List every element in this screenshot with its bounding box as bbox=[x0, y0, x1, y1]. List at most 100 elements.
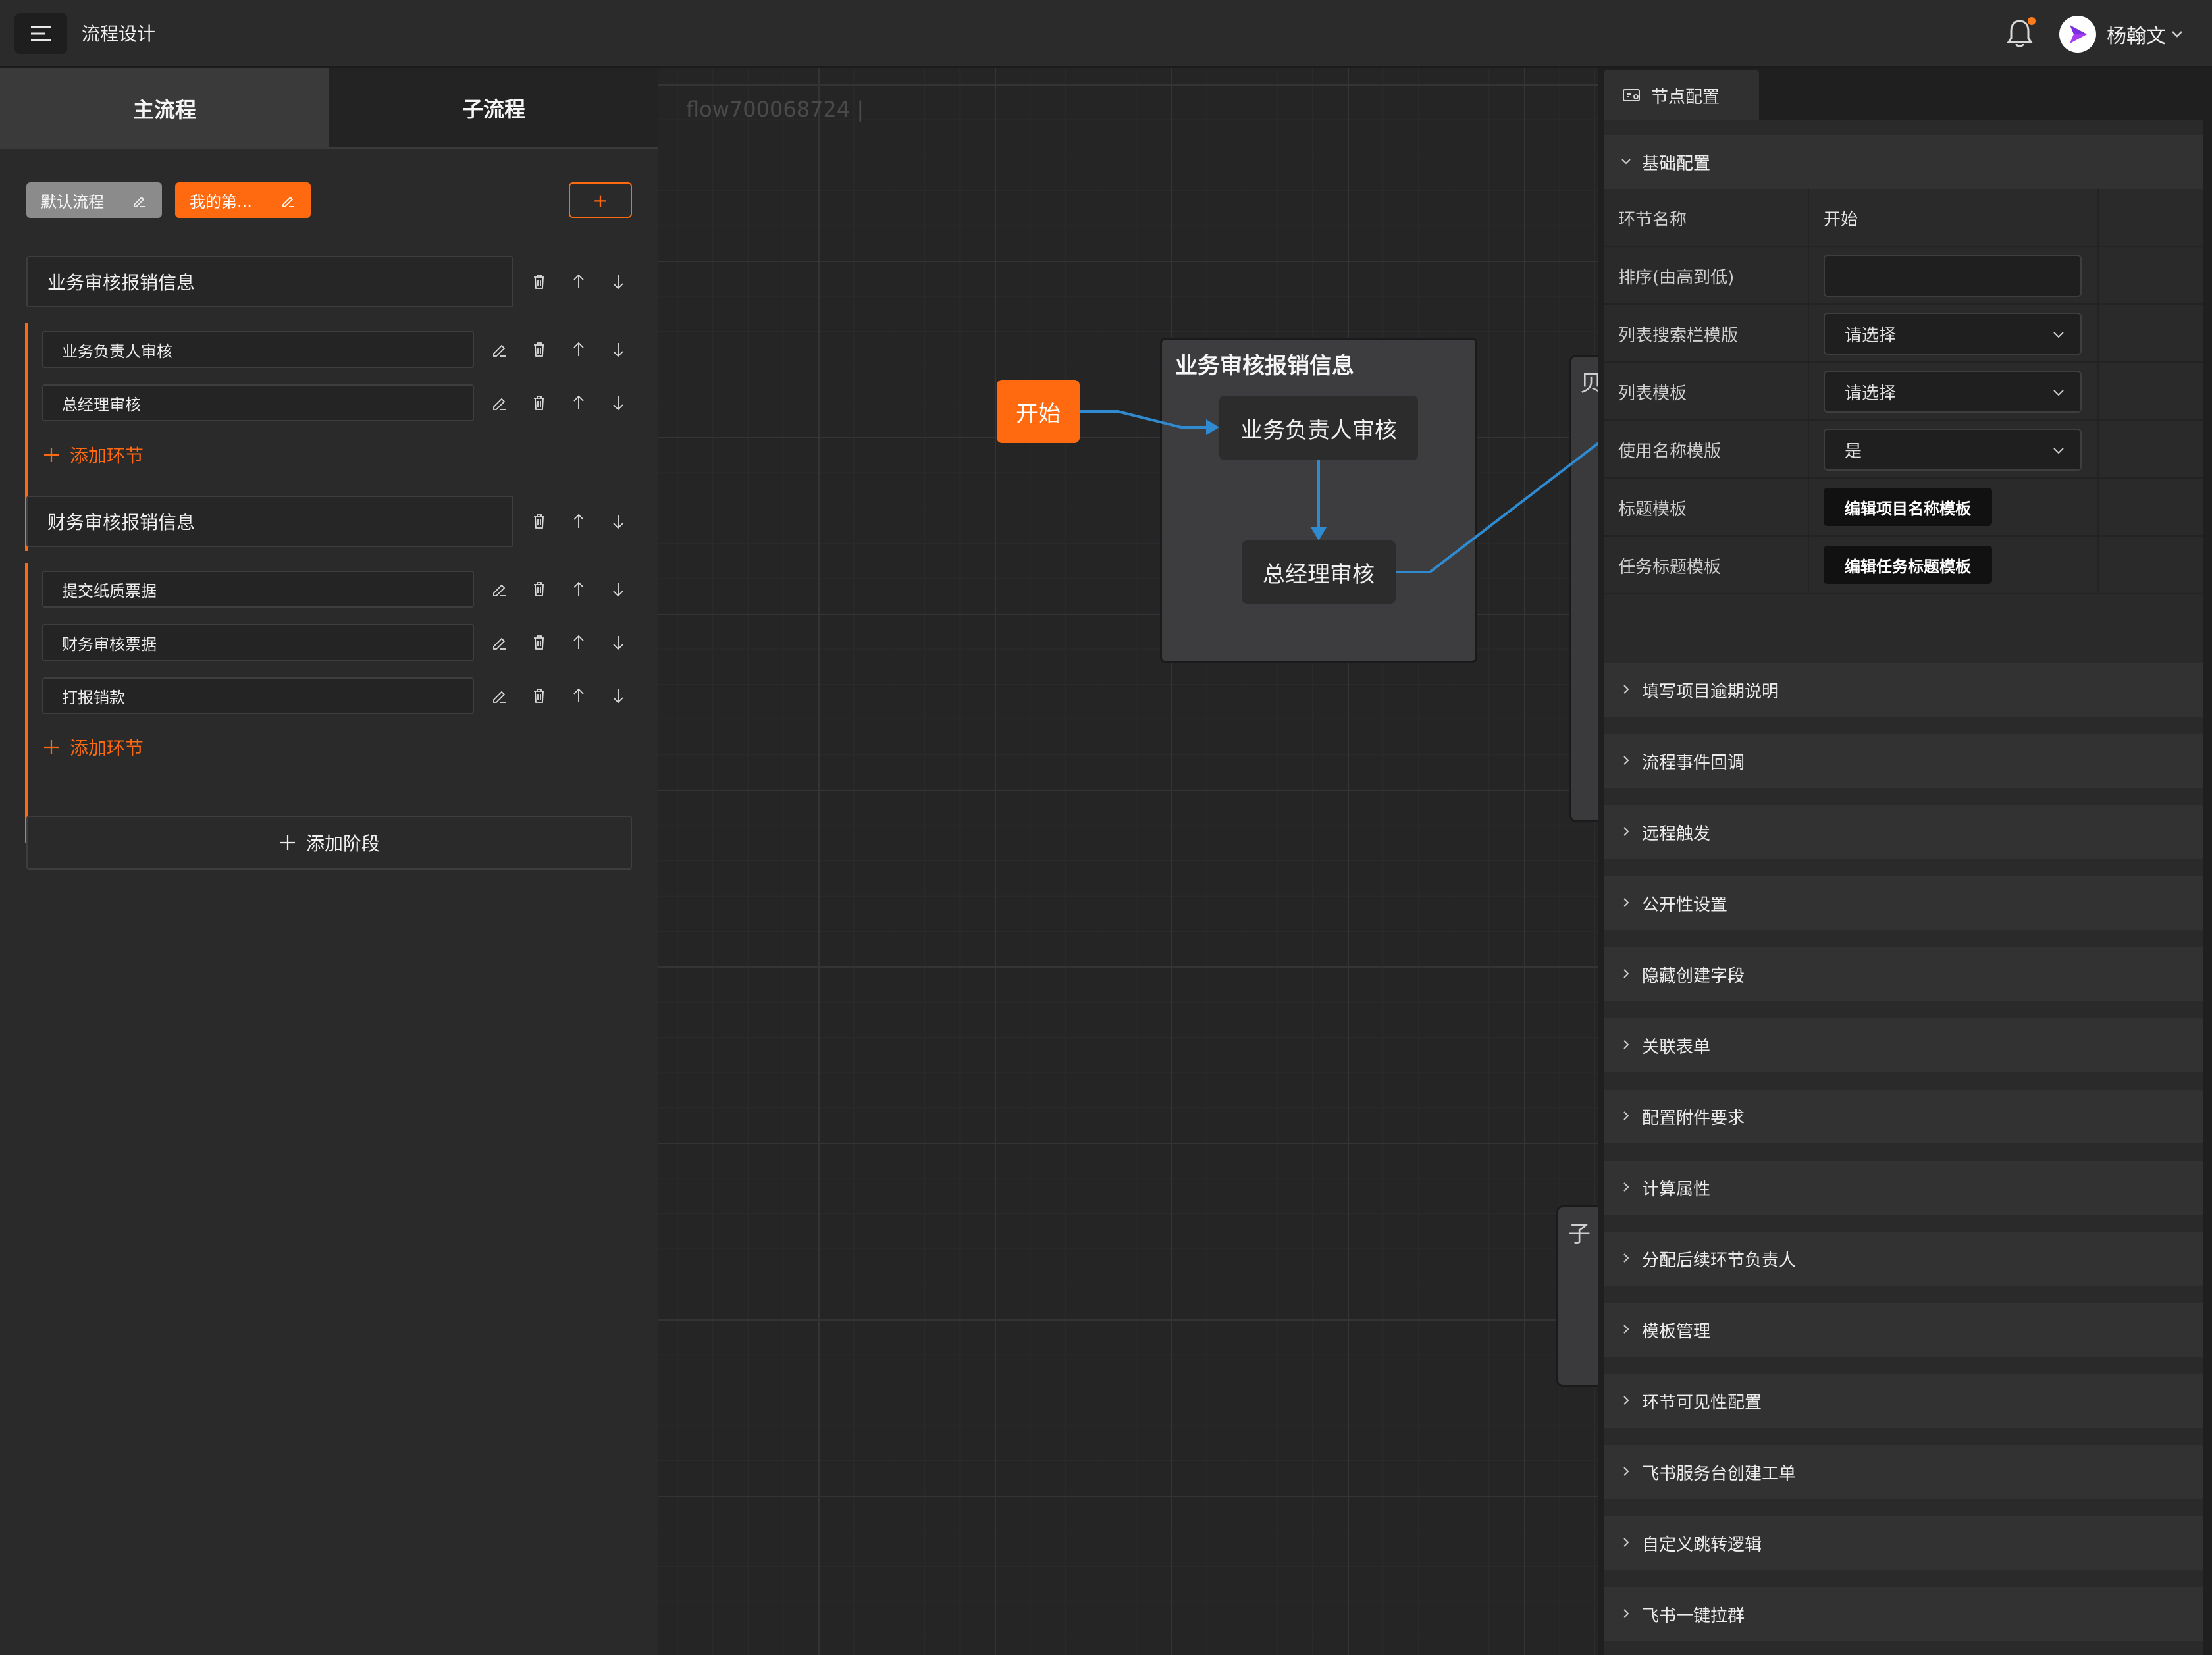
edit-icon[interactable] bbox=[490, 686, 510, 706]
section-collapsed[interactable]: 隐藏创建字段 bbox=[1604, 947, 2203, 1001]
section-collapsed[interactable]: 填写项目逾期说明 bbox=[1604, 663, 2203, 717]
user-name[interactable]: 杨翰文 bbox=[2107, 20, 2166, 49]
arrow-up-icon[interactable] bbox=[569, 272, 589, 292]
edit-icon[interactable] bbox=[132, 193, 147, 209]
list-item[interactable]: 打报销款 bbox=[42, 677, 474, 714]
add-stage-button[interactable]: 添加阶段 bbox=[26, 816, 632, 870]
arrow-up-icon[interactable] bbox=[569, 579, 589, 599]
section-basic-config[interactable]: 基础配置 bbox=[1604, 135, 2203, 189]
section-collapsed[interactable]: 分配后续环节负责人 bbox=[1604, 1232, 2203, 1286]
arrow-down-icon[interactable] bbox=[608, 512, 628, 531]
section-collapsed[interactable]: 公开性设置 bbox=[1604, 876, 2203, 930]
trash-icon[interactable] bbox=[529, 393, 549, 413]
search-template-select[interactable]: 请选择 bbox=[1824, 313, 2082, 355]
section-collapsed[interactable]: 远程触发 bbox=[1604, 805, 2203, 859]
tab-main-flow[interactable]: 主流程 bbox=[0, 68, 329, 149]
divider bbox=[2097, 479, 2099, 537]
arrow-down-icon[interactable] bbox=[608, 340, 628, 359]
menu-button[interactable] bbox=[14, 13, 67, 54]
arrow-down-icon[interactable] bbox=[608, 393, 628, 413]
arrow-down-icon[interactable] bbox=[608, 686, 628, 706]
divider bbox=[1808, 537, 1809, 594]
arrow-down-icon[interactable] bbox=[608, 633, 628, 652]
edit-icon[interactable] bbox=[490, 579, 510, 599]
order-input[interactable] bbox=[1824, 255, 2082, 297]
list-item[interactable]: 业务负责人审核 bbox=[42, 331, 474, 368]
section-collapsed[interactable]: 配置附件要求 bbox=[1604, 1090, 2203, 1143]
list-item[interactable]: 财务审核票据 bbox=[42, 624, 474, 661]
chevron-right-icon bbox=[1623, 1396, 1629, 1405]
trash-icon[interactable] bbox=[529, 686, 549, 706]
edge-arrow-icon bbox=[1206, 419, 1219, 435]
divider bbox=[2097, 305, 2099, 363]
stage-indicator bbox=[25, 563, 28, 843]
list-item[interactable]: 提交纸质票据 bbox=[42, 571, 474, 608]
form-label: 排序(由高到低) bbox=[1618, 267, 1735, 288]
form-label: 列表模板 bbox=[1618, 383, 1687, 404]
flow-canvas[interactable]: flow700068724 | 业务审核报销信息 业务负责人审核 总经理审核 开… bbox=[658, 68, 1598, 1655]
section-collapsed[interactable]: 流程事件回调 bbox=[1604, 734, 2203, 788]
edit-icon[interactable] bbox=[490, 633, 510, 652]
chevron-right-icon bbox=[1623, 969, 1629, 978]
section-collapsed[interactable]: 环节可见性配置 bbox=[1604, 1374, 2203, 1428]
section-collapsed[interactable]: 飞书服务台创建工单 bbox=[1604, 1445, 2203, 1499]
my-flow-chip[interactable]: 我的第... bbox=[175, 182, 311, 218]
chevron-right-icon bbox=[1623, 827, 1629, 836]
arrow-up-icon[interactable] bbox=[569, 512, 589, 531]
trash-icon[interactable] bbox=[529, 340, 549, 359]
plus-icon bbox=[280, 835, 295, 850]
section-collapsed[interactable]: 自定义跳转逻辑 bbox=[1604, 1516, 2203, 1570]
use-name-template-select[interactable]: 是 bbox=[1824, 429, 2082, 471]
add-node-label: 添加环节 bbox=[70, 737, 144, 759]
trash-icon[interactable] bbox=[529, 512, 549, 531]
form-row-task-title-template: 任务标题模板 编辑任务标题模板 bbox=[1604, 537, 2203, 594]
edge-node2-to-next bbox=[1396, 442, 1598, 573]
chevron-down-icon bbox=[2053, 332, 2064, 338]
divider bbox=[1808, 247, 1809, 305]
arrow-up-icon[interactable] bbox=[569, 393, 589, 413]
section-label: 配置附件要求 bbox=[1642, 1108, 1745, 1128]
section-collapsed[interactable]: 飞书一键拉群 bbox=[1604, 1587, 2203, 1641]
trash-icon[interactable] bbox=[529, 272, 549, 292]
stage-title-box[interactable]: 财务审核报销信息 bbox=[26, 496, 514, 547]
chevron-right-icon bbox=[1623, 898, 1629, 907]
arrow-down-icon[interactable] bbox=[608, 272, 628, 292]
section-label: 飞书服务台创建工单 bbox=[1642, 1463, 1797, 1484]
form-row-order: 排序(由高到低) bbox=[1604, 247, 2203, 305]
tab-node-config[interactable]: 节点配置 bbox=[1604, 70, 1759, 120]
section-collapsed[interactable]: 模板管理 bbox=[1604, 1303, 2203, 1357]
section-collapsed[interactable]: 计算属性 bbox=[1604, 1161, 2203, 1215]
chevron-right-icon bbox=[1623, 1111, 1629, 1120]
section-collapsed[interactable]: 关联表单 bbox=[1604, 1018, 2203, 1072]
chevron-down-icon bbox=[1621, 159, 1631, 165]
arrow-up-icon[interactable] bbox=[569, 686, 589, 706]
edit-icon[interactable] bbox=[490, 340, 510, 359]
node-label: 总经理审核 bbox=[62, 395, 141, 414]
divider bbox=[1808, 305, 1809, 363]
edit-icon[interactable] bbox=[280, 193, 296, 209]
stage-title-box[interactable]: 业务审核报销信息 bbox=[26, 256, 514, 307]
default-flow-chip[interactable]: 默认流程 bbox=[26, 182, 162, 218]
select-value: 请选择 bbox=[1845, 325, 1897, 346]
arrow-down-icon[interactable] bbox=[608, 579, 628, 599]
trash-icon[interactable] bbox=[529, 633, 549, 652]
edit-icon[interactable] bbox=[490, 393, 510, 413]
chip-label: 默认流程 bbox=[41, 192, 104, 211]
add-flow-button[interactable]: + bbox=[569, 182, 632, 218]
section-label: 环节可见性配置 bbox=[1642, 1392, 1762, 1413]
flow-tabs: 主流程 子流程 bbox=[0, 68, 658, 149]
divider bbox=[2097, 421, 2099, 479]
arrow-up-icon[interactable] bbox=[569, 633, 589, 652]
trash-icon[interactable] bbox=[529, 579, 549, 599]
tab-sub-flow[interactable]: 子流程 bbox=[329, 68, 658, 149]
edit-task-title-template-button[interactable]: 编辑任务标题模板 bbox=[1824, 546, 1992, 584]
form-label: 标题模板 bbox=[1618, 499, 1687, 519]
arrow-up-icon[interactable] bbox=[569, 340, 589, 359]
list-template-select[interactable]: 请选择 bbox=[1824, 371, 2082, 413]
add-node-button[interactable]: 添加环节 bbox=[42, 442, 144, 468]
list-item[interactable]: 总经理审核 bbox=[42, 384, 474, 421]
edit-project-name-template-button[interactable]: 编辑项目名称模板 bbox=[1824, 488, 1992, 526]
add-node-button[interactable]: 添加环节 bbox=[42, 734, 144, 760]
avatar[interactable] bbox=[2059, 16, 2096, 53]
chevron-down-icon[interactable] bbox=[2169, 25, 2186, 42]
